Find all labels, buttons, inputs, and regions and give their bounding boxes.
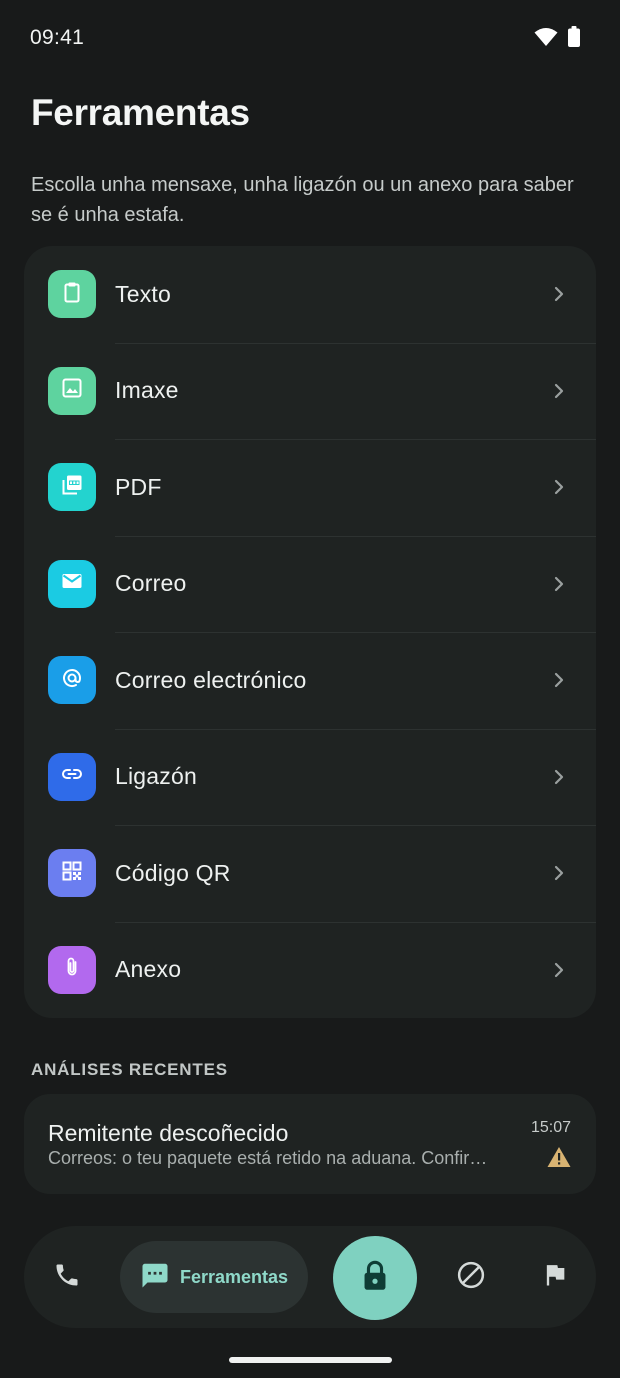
block-icon	[456, 1260, 486, 1295]
tool-icon-badge	[48, 849, 96, 898]
tool-label: Correo	[115, 570, 187, 597]
recent-preview: Correos: o teu paquete está retido na ad…	[48, 1148, 488, 1168]
chevron-right-icon	[552, 381, 566, 401]
page-subtitle: Escolla unha mensaxe, unha ligazón ou un…	[31, 174, 574, 226]
nav-phone-button[interactable]	[42, 1252, 92, 1302]
recent-sender: Remitente descoñecido	[48, 1120, 289, 1146]
tool-item-pdf[interactable]: PDF	[24, 439, 596, 536]
tool-item-image[interactable]: Imaxe	[24, 342, 596, 440]
mail-icon	[60, 569, 84, 598]
flag-icon	[541, 1261, 569, 1294]
tool-label: Imaxe	[115, 377, 179, 404]
paperclip-icon	[60, 955, 84, 984]
tools-list: Texto Imaxe PDF Correo Correo electrónic…	[24, 246, 596, 1018]
recent-section-title: ANÁLISES RECENTES	[31, 1060, 228, 1079]
tool-icon-badge	[48, 656, 96, 705]
tool-item-qr[interactable]: Código QR	[24, 825, 596, 922]
recent-time: 15:07	[530, 1119, 571, 1136]
tool-item-email[interactable]: Correo electrónico	[24, 632, 596, 729]
tool-label: Texto	[115, 280, 171, 307]
tool-label: Ligazón	[115, 763, 197, 790]
tool-item-mail[interactable]: Correo	[24, 535, 596, 633]
chevron-right-icon	[552, 960, 566, 980]
tool-icon-badge	[48, 463, 96, 512]
chevron-right-icon	[552, 767, 566, 787]
tool-item-attachment[interactable]: Anexo	[24, 921, 596, 1019]
link-icon	[60, 762, 84, 791]
tool-item-text[interactable]: Texto	[24, 246, 596, 343]
lock-icon	[359, 1259, 391, 1298]
recent-scan-item[interactable]: Remitente descoñecido Correos: o teu paq…	[24, 1094, 596, 1194]
chevron-right-icon	[552, 574, 566, 594]
status-time: 09:41	[30, 26, 85, 49]
image-icon	[60, 376, 84, 405]
chevron-right-icon	[552, 863, 566, 883]
qr-code-icon	[60, 859, 84, 888]
tool-label: PDF	[115, 473, 162, 500]
tool-label: Anexo	[115, 956, 182, 983]
wifi-icon	[534, 27, 558, 52]
nav-tools-tab[interactable]: Ferramentas	[120, 1241, 308, 1313]
tool-icon-badge	[48, 559, 96, 608]
at-sign-icon	[60, 666, 84, 695]
tool-item-link[interactable]: Ligazón	[24, 728, 596, 826]
chevron-right-icon	[552, 670, 566, 690]
chevron-right-icon	[552, 477, 566, 497]
tool-label: Código QR	[115, 859, 231, 886]
tool-label: Correo electrónico	[115, 666, 307, 693]
status-icons	[534, 26, 580, 52]
battery-icon	[568, 26, 580, 52]
nav-tools-label: Ferramentas	[179, 1266, 289, 1287]
bottom-nav: Ferramentas	[24, 1226, 596, 1328]
tool-icon-badge	[48, 945, 96, 994]
pdf-icon	[60, 473, 84, 502]
tool-icon-badge	[48, 366, 96, 415]
nav-block-button[interactable]	[446, 1252, 496, 1302]
clipboard-icon	[60, 280, 84, 309]
status-bar: 09:41	[0, 0, 620, 76]
tool-icon-badge	[48, 270, 96, 319]
nav-lock-button[interactable]	[333, 1236, 417, 1320]
tool-icon-badge	[48, 752, 96, 801]
page-title: Ferramentas	[31, 92, 250, 133]
home-indicator[interactable]	[229, 1357, 392, 1363]
nav-report-button[interactable]	[530, 1252, 580, 1302]
chat-icon	[140, 1260, 170, 1295]
tools-screen: 09:41 Ferramentas Escolla unha mensaxe, …	[0, 0, 620, 1378]
phone-icon	[53, 1261, 81, 1294]
chevron-right-icon	[552, 284, 566, 304]
warning-icon	[547, 1146, 571, 1173]
